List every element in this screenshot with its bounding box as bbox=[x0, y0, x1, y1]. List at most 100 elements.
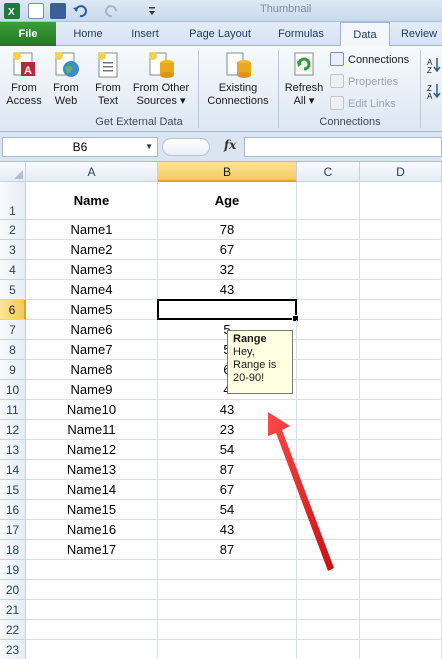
row-header[interactable]: 13 bbox=[0, 440, 26, 460]
tab-formulas[interactable]: Formulas bbox=[268, 22, 334, 46]
from-other-sources-button[interactable]: From Other Sources ▾ bbox=[128, 50, 194, 108]
cell-a13[interactable]: Name12 bbox=[26, 440, 158, 460]
column-header[interactable]: C bbox=[297, 162, 360, 182]
cell-d16[interactable] bbox=[360, 500, 442, 520]
existing-connections-button[interactable]: Existing Connections bbox=[202, 50, 274, 108]
row-header[interactable]: 16 bbox=[0, 500, 26, 520]
excel-app-icon[interactable]: X bbox=[4, 3, 20, 19]
cell-b5[interactable]: 43 bbox=[158, 280, 297, 300]
save-icon[interactable] bbox=[50, 3, 66, 19]
cell-c20[interactable] bbox=[297, 580, 360, 600]
row-header[interactable]: 17 bbox=[0, 520, 26, 540]
cell-a17[interactable]: Name16 bbox=[26, 520, 158, 540]
edit-links-command[interactable]: Edit Links bbox=[330, 95, 396, 113]
cell-a3[interactable]: Name2 bbox=[26, 240, 158, 260]
cell-c17[interactable] bbox=[297, 520, 360, 540]
cell-d20[interactable] bbox=[360, 580, 442, 600]
active-cell-border[interactable] bbox=[157, 299, 299, 322]
cell-a15[interactable]: Name14 bbox=[26, 480, 158, 500]
cell-c4[interactable] bbox=[297, 260, 360, 280]
cell-d12[interactable] bbox=[360, 420, 442, 440]
cell-b22[interactable] bbox=[158, 620, 297, 640]
cell-a8[interactable]: Name7 bbox=[26, 340, 158, 360]
row-header[interactable]: 23 bbox=[0, 640, 26, 659]
cell-d1[interactable] bbox=[360, 182, 442, 220]
tab-data[interactable]: Data bbox=[340, 22, 390, 47]
cell-b23[interactable] bbox=[158, 640, 297, 659]
cell-a11[interactable]: Name10 bbox=[26, 400, 158, 420]
row-header[interactable]: 8 bbox=[0, 340, 26, 360]
row-header[interactable]: 19 bbox=[0, 560, 26, 580]
cell-c1[interactable] bbox=[297, 182, 360, 220]
tab-review[interactable]: Review bbox=[396, 22, 442, 46]
cell-d18[interactable] bbox=[360, 540, 442, 560]
select-all-button[interactable] bbox=[0, 162, 26, 182]
cell-a7[interactable]: Name6 bbox=[26, 320, 158, 340]
cell-d14[interactable] bbox=[360, 460, 442, 480]
table-icon[interactable] bbox=[28, 3, 44, 19]
row-header[interactable]: 15 bbox=[0, 480, 26, 500]
cell-d4[interactable] bbox=[360, 260, 442, 280]
cell-c5[interactable] bbox=[297, 280, 360, 300]
cell-c13[interactable] bbox=[297, 440, 360, 460]
cell-b17[interactable]: 43 bbox=[158, 520, 297, 540]
cell-c22[interactable] bbox=[297, 620, 360, 640]
cell-d17[interactable] bbox=[360, 520, 442, 540]
cell-b3[interactable]: 67 bbox=[158, 240, 297, 260]
redo-icon[interactable] bbox=[104, 3, 120, 19]
undo-icon[interactable] bbox=[72, 3, 88, 19]
cell-b2[interactable]: 78 bbox=[158, 220, 297, 240]
tab-insert[interactable]: Insert bbox=[120, 22, 170, 46]
cell-c2[interactable] bbox=[297, 220, 360, 240]
cell-b1[interactable]: Age bbox=[158, 182, 297, 220]
sort-za-icon[interactable]: ZA bbox=[426, 82, 442, 101]
cell-b4[interactable]: 32 bbox=[158, 260, 297, 280]
cell-c7[interactable] bbox=[297, 320, 360, 340]
from-web-button[interactable]: From Web bbox=[46, 50, 86, 108]
cell-d19[interactable] bbox=[360, 560, 442, 580]
row-header[interactable]: 10 bbox=[0, 380, 26, 400]
cell-b15[interactable]: 67 bbox=[158, 480, 297, 500]
cell-c18[interactable] bbox=[297, 540, 360, 560]
formula-buttons-pill[interactable] bbox=[162, 138, 210, 156]
properties-command[interactable]: Properties bbox=[330, 73, 398, 91]
cell-b18[interactable]: 87 bbox=[158, 540, 297, 560]
cell-a14[interactable]: Name13 bbox=[26, 460, 158, 480]
from-access-button[interactable]: A From Access bbox=[4, 50, 44, 108]
row-header[interactable]: 22 bbox=[0, 620, 26, 640]
cell-d10[interactable] bbox=[360, 380, 442, 400]
cell-a20[interactable] bbox=[26, 580, 158, 600]
from-text-button[interactable]: From Text bbox=[88, 50, 128, 108]
cell-c11[interactable] bbox=[297, 400, 360, 420]
cell-b14[interactable]: 87 bbox=[158, 460, 297, 480]
formula-input[interactable] bbox=[244, 137, 442, 157]
worksheet-grid[interactable]: A B C D 1 Name Age 2 Name1 78 3 Name2 67 4 Name3 32 5 Nam… bbox=[0, 162, 442, 659]
cell-a18[interactable]: Name17 bbox=[26, 540, 158, 560]
tab-file[interactable]: File bbox=[0, 22, 56, 46]
name-box[interactable]: B6 ▼ bbox=[2, 137, 158, 157]
row-header[interactable]: 9 bbox=[0, 360, 26, 380]
cell-b19[interactable] bbox=[158, 560, 297, 580]
refresh-all-button[interactable]: Refresh All ▾ bbox=[282, 50, 326, 108]
row-header[interactable]: 21 bbox=[0, 600, 26, 620]
cell-c6[interactable] bbox=[297, 300, 360, 320]
cell-a4[interactable]: Name3 bbox=[26, 260, 158, 280]
cell-a2[interactable]: Name1 bbox=[26, 220, 158, 240]
cell-c15[interactable] bbox=[297, 480, 360, 500]
cell-a5[interactable]: Name4 bbox=[26, 280, 158, 300]
column-header[interactable]: A bbox=[26, 162, 158, 182]
cell-d13[interactable] bbox=[360, 440, 442, 460]
cell-c8[interactable] bbox=[297, 340, 360, 360]
cell-c12[interactable] bbox=[297, 420, 360, 440]
cell-b21[interactable] bbox=[158, 600, 297, 620]
chevron-down-icon[interactable]: ▼ bbox=[145, 138, 153, 156]
column-header[interactable]: D bbox=[360, 162, 442, 182]
row-header[interactable]: 5 bbox=[0, 280, 26, 300]
row-header[interactable]: 14 bbox=[0, 460, 26, 480]
cell-d2[interactable] bbox=[360, 220, 442, 240]
row-header[interactable]: 3 bbox=[0, 240, 26, 260]
cell-c9[interactable] bbox=[297, 360, 360, 380]
cell-b12[interactable]: 23 bbox=[158, 420, 297, 440]
column-header[interactable]: B bbox=[158, 162, 297, 182]
cell-b20[interactable] bbox=[158, 580, 297, 600]
